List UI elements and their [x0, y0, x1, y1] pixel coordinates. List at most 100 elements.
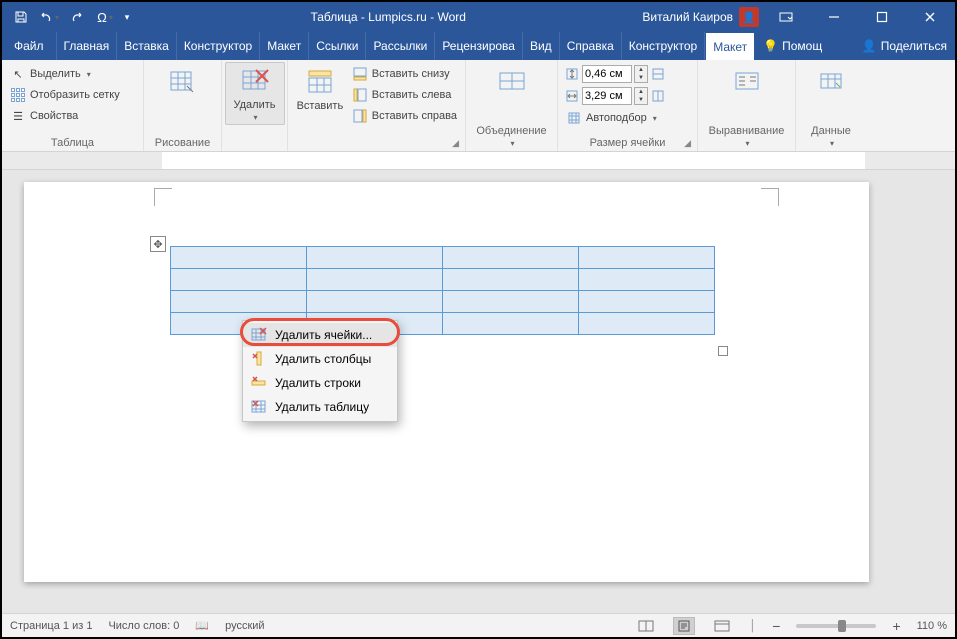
bulb-icon: 💡 — [763, 39, 778, 53]
insert-right-icon — [352, 108, 368, 124]
zoom-level[interactable]: 110 % — [917, 620, 947, 632]
row-height-field[interactable]: ▲▼ — [564, 64, 666, 84]
delete-button[interactable]: Удалить▾ — [225, 62, 285, 125]
zoom-out-icon[interactable]: − — [772, 618, 780, 634]
insert-above-icon — [304, 66, 336, 98]
delete-dropdown: Удалить ячейки... Удалить столбцы Удалит… — [242, 320, 398, 422]
insert-below-button[interactable]: Вставить снизу — [350, 64, 459, 84]
merge-icon — [496, 66, 528, 98]
tab-file[interactable]: Файл — [2, 32, 57, 60]
window-title: Таблица - Lumpics.ru - Word — [134, 10, 642, 24]
tab-insert[interactable]: Вставка — [117, 32, 177, 60]
select-label: Выделить — [30, 68, 81, 80]
share-icon: 👤 — [862, 39, 877, 53]
ribbon: ↖Выделить▾ Отобразить сетку ☰Свойства Та… — [2, 60, 955, 152]
gridlines-button[interactable]: Отобразить сетку — [8, 85, 122, 105]
height-icon — [564, 66, 580, 82]
zoom-in-icon[interactable]: + — [892, 618, 900, 634]
data-label: Данные — [811, 125, 851, 137]
minimize-icon[interactable] — [813, 2, 855, 32]
delete-label: Удалить — [234, 99, 276, 111]
tab-references[interactable]: Ссылки — [309, 32, 366, 60]
tab-mailings[interactable]: Рассылки — [366, 32, 435, 60]
ribbon-options-icon[interactable] — [765, 2, 807, 32]
share-button[interactable]: 👤Поделиться — [854, 32, 955, 60]
qat-customize-icon[interactable]: ▾ — [120, 4, 134, 30]
autofit-label: Автоподбор — [586, 112, 647, 124]
spinner-icon[interactable]: ▲▼ — [634, 87, 648, 105]
tab-view[interactable]: Вид — [523, 32, 560, 60]
delete-cells-icon — [251, 327, 267, 343]
avatar[interactable]: 👤 — [739, 7, 759, 27]
ruler[interactable] — [2, 152, 955, 170]
col-width-field[interactable]: ▲▼ — [564, 86, 666, 106]
group-table-label: Таблица — [8, 135, 137, 149]
draw-table-button[interactable] — [154, 64, 212, 98]
page-indicator[interactable]: Страница 1 из 1 — [10, 620, 92, 632]
cursor-icon: ↖ — [10, 66, 26, 82]
properties-icon: ☰ — [10, 108, 26, 124]
maximize-icon[interactable] — [861, 2, 903, 32]
autofit-button[interactable]: Автоподбор▾ — [564, 108, 666, 128]
document-area[interactable]: ✥ Удалить ячейки... Удалить столбцы Удал… — [2, 170, 955, 613]
merge-label: Объединение — [476, 125, 546, 137]
insert-right-button[interactable]: Вставить справа — [350, 106, 459, 126]
tab-table-design[interactable]: Конструктор — [622, 32, 705, 60]
draw-icon — [167, 66, 199, 98]
select-button[interactable]: ↖Выделить▾ — [8, 64, 122, 84]
delete-cells-item[interactable]: Удалить ячейки... — [243, 323, 397, 347]
rows-cols-launcher-icon[interactable]: ◢ — [452, 138, 459, 149]
data-icon — [815, 66, 847, 98]
close-icon[interactable] — [909, 2, 951, 32]
delete-columns-label: Удалить столбцы — [275, 352, 371, 366]
read-mode-icon[interactable] — [635, 617, 657, 635]
merge-button[interactable] — [483, 64, 541, 98]
tab-home[interactable]: Главная — [57, 32, 118, 60]
save-icon[interactable] — [8, 4, 34, 30]
redo-icon[interactable] — [64, 4, 90, 30]
distribute-rows-icon[interactable] — [650, 66, 666, 82]
properties-button[interactable]: ☰ Свойства — [8, 106, 122, 126]
cellsize-group-label: Размер ячейки — [590, 137, 666, 149]
word-count[interactable]: Число слов: 0 — [108, 620, 179, 632]
table-move-handle[interactable]: ✥ — [150, 236, 166, 252]
insert-left-button[interactable]: Вставить слева — [350, 85, 459, 105]
tell-me[interactable]: 💡Помощ — [755, 32, 830, 60]
insert-button[interactable]: Вставить — [294, 64, 346, 112]
alignment-button[interactable] — [718, 64, 776, 98]
tab-design[interactable]: Конструктор — [177, 32, 260, 60]
page[interactable]: ✥ — [24, 182, 869, 582]
tab-help[interactable]: Справка — [560, 32, 622, 60]
insert-label: Вставить — [297, 100, 344, 112]
delete-columns-item[interactable]: Удалить столбцы — [243, 347, 397, 371]
user-name[interactable]: Виталий Каиров — [642, 10, 733, 24]
cellsize-launcher-icon[interactable]: ◢ — [684, 138, 691, 149]
grid-icon — [10, 87, 26, 103]
delete-rows-label: Удалить строки — [275, 376, 361, 390]
print-layout-icon[interactable] — [673, 617, 695, 635]
properties-label: Свойства — [30, 110, 78, 122]
gridlines-label: Отобразить сетку — [30, 89, 120, 101]
zoom-slider[interactable] — [796, 624, 876, 628]
undo-icon[interactable]: ▾ — [36, 4, 62, 30]
titlebar: ▾ Ω▾ ▾ Таблица - Lumpics.ru - Word Витал… — [2, 2, 955, 32]
margin-corner-icon — [154, 188, 172, 206]
delete-table-item[interactable]: Удалить таблицу — [243, 395, 397, 419]
spellcheck-icon[interactable]: 📖 — [195, 619, 209, 632]
distribute-cols-icon[interactable] — [650, 88, 666, 104]
delete-rows-item[interactable]: Удалить строки — [243, 371, 397, 395]
web-layout-icon[interactable] — [711, 617, 733, 635]
row-height-input[interactable] — [582, 65, 632, 83]
language-indicator[interactable]: русский — [225, 620, 264, 632]
tab-review[interactable]: Рецензирова — [435, 32, 523, 60]
alignment-icon — [731, 66, 763, 98]
align-label: Выравнивание — [709, 125, 785, 137]
spinner-icon[interactable]: ▲▼ — [634, 65, 648, 83]
data-button[interactable] — [802, 64, 860, 98]
col-width-input[interactable] — [582, 87, 632, 105]
tab-table-layout[interactable]: Макет — [705, 32, 755, 60]
table-row — [171, 247, 715, 269]
table-resize-handle[interactable] — [718, 346, 728, 356]
tab-layout[interactable]: Макет — [260, 32, 309, 60]
omega-icon[interactable]: Ω▾ — [92, 4, 118, 30]
